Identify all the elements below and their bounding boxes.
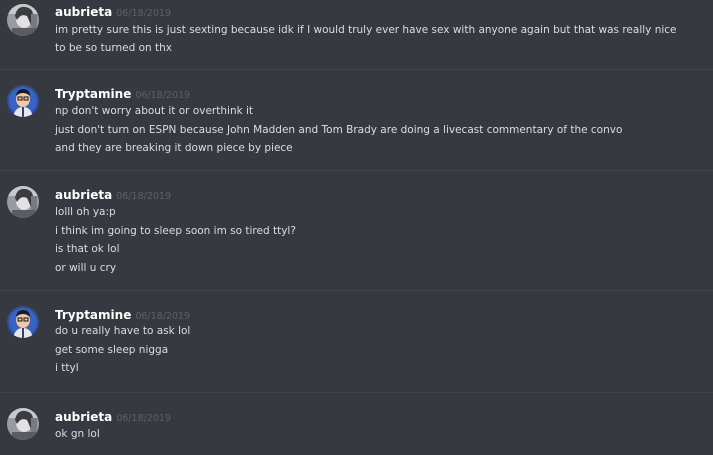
message-text: get some sleep nigga (55, 343, 169, 356)
timestamp: 06/18/2019 (116, 8, 171, 19)
aubrieta-avatar-icon[interactable] (7, 186, 39, 218)
timestamp: 06/18/2019 (135, 311, 191, 322)
username[interactable]: Tryptamine (55, 87, 131, 101)
message-divider (0, 170, 713, 171)
aubrieta-avatar-icon[interactable] (7, 4, 39, 36)
message-text: np don't worry about it or overthink it (55, 105, 254, 117)
message-text: i think im going to sleep soon im so tir… (55, 224, 296, 237)
message-text: is that ok lol (55, 243, 120, 255)
message-text: just don't turn on ESPN because John Mad… (55, 123, 623, 136)
message-divider (0, 69, 713, 70)
message-text: lolll oh ya:p (55, 206, 116, 218)
timestamp: 06/18/2019 (116, 413, 171, 424)
tryptamine-avatar-icon[interactable] (7, 306, 39, 338)
message-text: do u really have to ask lol (55, 325, 191, 337)
aubrieta-avatar-icon[interactable] (7, 408, 39, 440)
message-text: and they are breaking it down piece by p… (55, 142, 293, 154)
message-text: or will u cry (55, 261, 117, 274)
message-text: im pretty sure this is just sexting beca… (55, 24, 677, 54)
tryptamine-avatar-icon[interactable] (7, 85, 39, 117)
username[interactable]: aubrieta (55, 5, 112, 19)
username[interactable]: aubrieta (55, 188, 112, 202)
message-divider (0, 392, 713, 393)
message-text: ok gn lol (55, 428, 100, 440)
username[interactable]: aubrieta (55, 410, 112, 424)
timestamp: 06/18/2019 (116, 191, 171, 202)
username[interactable]: Tryptamine (55, 308, 131, 322)
message-text: i ttyl (55, 362, 79, 374)
timestamp: 06/18/2019 (135, 90, 191, 101)
message-divider (0, 290, 713, 291)
